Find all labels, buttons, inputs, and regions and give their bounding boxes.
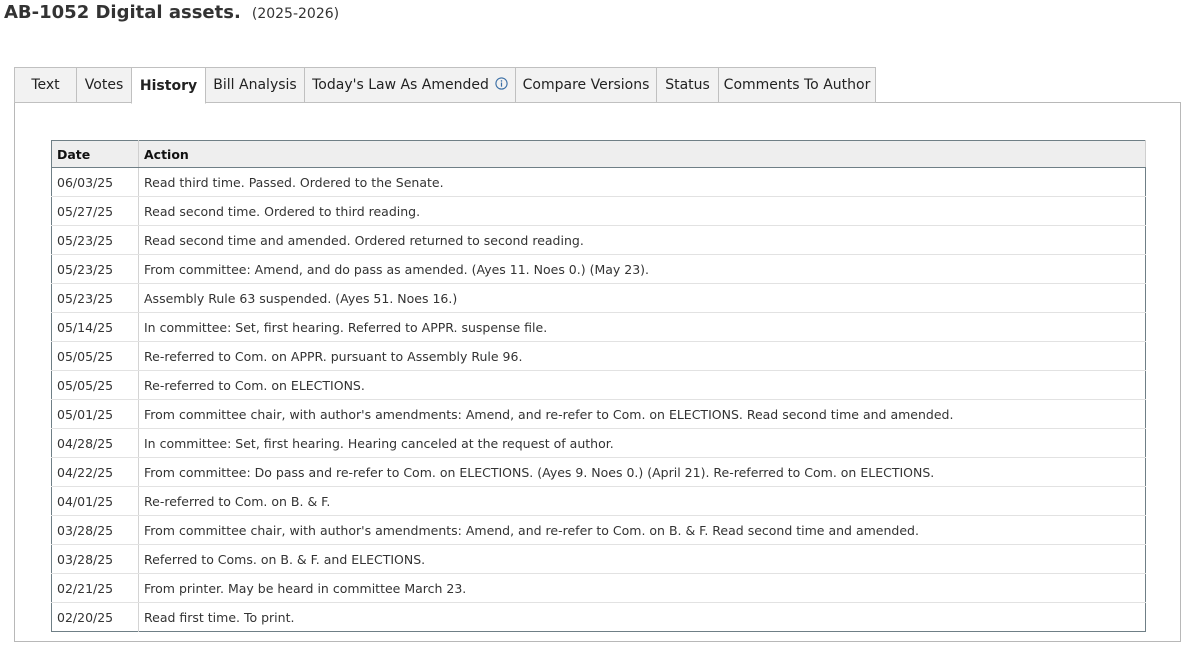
action-cell: Re-referred to Com. on B. & F.: [138, 486, 1146, 516]
tab-label: History: [139, 77, 198, 94]
date-cell: 05/23/25: [51, 225, 139, 255]
action-cell: Assembly Rule 63 suspended. (Ayes 51. No…: [138, 283, 1146, 313]
tab-bill-analysis[interactable]: Bill Analysis: [205, 67, 305, 103]
tab-text[interactable]: Text: [14, 67, 77, 103]
date-cell: 04/22/25: [51, 457, 139, 487]
action-cell: Read first time. To print.: [144, 609, 295, 625]
action-cell: Read second time. Ordered to third readi…: [138, 196, 1146, 226]
action-cell: Referred to Coms. on B. & F. and ELECTIO…: [138, 544, 1146, 574]
date-cell: 05/05/25: [51, 341, 139, 371]
date-cell: 04/01/25: [51, 486, 139, 516]
column-header-date: Date: [51, 140, 139, 168]
table-row: 05/27/25 Read second time. Ordered to th…: [51, 196, 1146, 226]
date-cell: 04/28/25: [51, 428, 139, 458]
table-row: 04/22/25 From committee: Do pass and re-…: [51, 457, 1146, 487]
table-row: 02/20/25 Read first time. To print.: [51, 602, 1146, 632]
table-row: 04/28/25 In committee: Set, first hearin…: [51, 428, 1146, 458]
tab-compare-versions[interactable]: Compare Versions: [515, 67, 657, 103]
tab-comments-to-author[interactable]: Comments To Author: [718, 67, 876, 103]
tab-history[interactable]: History: [131, 67, 206, 104]
tab-label: Bill Analysis: [213, 77, 297, 93]
column-header-action: Action: [138, 140, 1146, 168]
tab-todays-law-as-amended[interactable]: Today's Law As Amended: [304, 67, 516, 103]
date-cell: 05/23/25: [51, 283, 139, 313]
table-row: 05/14/25 In committee: Set, first hearin…: [51, 312, 1146, 342]
date-cell: 05/14/25: [51, 312, 139, 342]
table-row: 03/28/25 From committee chair, with auth…: [51, 515, 1146, 545]
action-cell: From committee: Amend, and do pass as am…: [138, 254, 1146, 284]
info-icon[interactable]: [495, 76, 508, 94]
action-cell: Re-referred to Com. on ELECTIONS.: [138, 370, 1146, 400]
table-row: 06/03/25 Read third time. Passed. Ordere…: [51, 167, 1146, 197]
date-cell: 02/20/25: [51, 602, 139, 632]
date-cell: 05/27/25: [51, 196, 139, 226]
action-cell: From committee chair, with author's amen…: [138, 399, 1146, 429]
action-cell: In committee: Set, first hearing. Referr…: [138, 312, 1146, 342]
date-cell: 06/03/25: [51, 167, 139, 197]
action-cell: In committee: Set, first hearing. Hearin…: [138, 428, 1146, 458]
action-cell: From committee: Do pass and re-refer to …: [138, 457, 1146, 487]
table-row: 05/05/25 Re-referred to Com. on APPR. pu…: [51, 341, 1146, 371]
date-cell: 02/21/25: [51, 573, 139, 603]
bill-header: AB-1052 Digital assets. (2025-2026): [4, 2, 339, 26]
action-cell: Read second time and amended. Ordered re…: [138, 225, 1146, 255]
tab-votes[interactable]: Votes: [76, 67, 132, 103]
date-cell: 03/28/25: [51, 515, 139, 545]
tab-label: Votes: [84, 77, 124, 93]
table-row: 05/01/25 From committee chair, with auth…: [51, 399, 1146, 429]
date-cell: 05/01/25: [51, 399, 139, 429]
table-row: 05/23/25 From committee: Amend, and do p…: [51, 254, 1146, 284]
tab-label: Comments To Author: [723, 77, 871, 93]
date-cell: 05/23/25: [51, 254, 139, 284]
tab-label: Compare Versions: [522, 77, 650, 93]
page: AB-1052 Digital assets. (2025-2026) Text…: [0, 0, 1191, 645]
tab-label: Text: [31, 77, 60, 93]
date-cell: 03/28/25: [51, 544, 139, 574]
table-row: 02/21/25 From printer. May be heard in c…: [51, 573, 1146, 603]
tab-label: Today's Law As Amended: [312, 77, 489, 93]
table-header-row: Date Action: [51, 140, 1146, 168]
table-row: 05/05/25 Re-referred to Com. on ELECTION…: [51, 370, 1146, 400]
action-cell: Read third time. Passed. Ordered to the …: [138, 167, 1146, 197]
action-cell: Re-referred to Com. on APPR. pursuant to…: [138, 341, 1146, 371]
tab-status[interactable]: Status: [656, 67, 719, 103]
tab-bar: Text Votes History Bill Analysis Today's…: [14, 67, 876, 104]
bill-session: (2025-2026): [251, 6, 340, 22]
bill-title: AB-1052 Digital assets.: [4, 2, 241, 23]
action-cell: From committee chair, with author's amen…: [138, 515, 1146, 545]
history-table: Date Action 06/03/25 Read third time. Pa…: [51, 140, 1146, 632]
table-row: 03/28/25 Referred to Coms. on B. & F. an…: [51, 544, 1146, 574]
table-row: 05/23/25 Read second time and amended. O…: [51, 225, 1146, 255]
table-row: 04/01/25 Re-referred to Com. on B. & F.: [51, 486, 1146, 516]
tab-label: Status: [665, 77, 710, 93]
date-cell: 05/05/25: [51, 370, 139, 400]
table-row: 05/23/25 Assembly Rule 63 suspended. (Ay…: [51, 283, 1146, 313]
history-panel: Date Action 06/03/25 Read third time. Pa…: [14, 102, 1181, 642]
action-cell: From printer. May be heard in committee …: [138, 573, 1146, 603]
